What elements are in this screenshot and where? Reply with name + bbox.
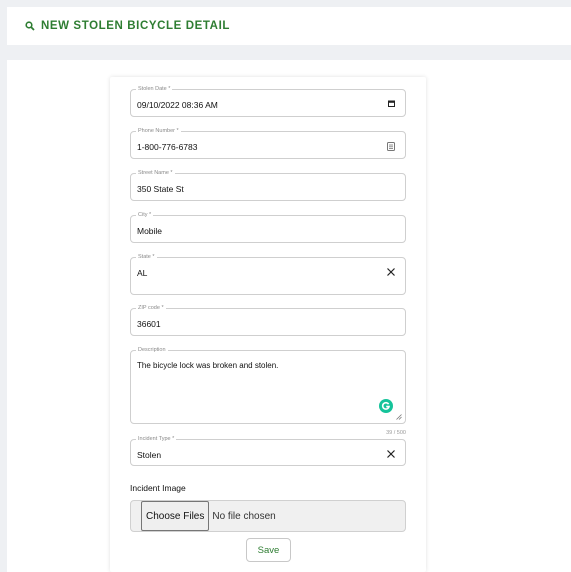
calendar-icon[interactable]	[388, 100, 395, 107]
stolen-date-value: 09/10/2022 08:36 AM	[137, 100, 218, 110]
contact-card-icon[interactable]	[387, 142, 395, 151]
description-value: The bicycle lock was broken and stolen.	[137, 361, 279, 370]
choose-files-button[interactable]: Choose Files	[141, 501, 210, 531]
city-field[interactable]: City * Mobile	[130, 211, 406, 243]
resize-handle-icon[interactable]	[396, 414, 402, 420]
street-name-value: 350 State St	[137, 184, 184, 194]
state-select[interactable]: State * AL	[130, 253, 406, 295]
character-counter: 39 / 500	[386, 430, 406, 436]
stolen-bicycle-form: Stolen Date * 09/10/2022 08:36 AM Phone …	[110, 77, 426, 572]
clear-icon[interactable]	[387, 268, 395, 276]
page-title: NEW STOLEN BICYCLE DETAIL	[41, 20, 230, 32]
state-value: AL	[137, 268, 148, 278]
search-icon	[25, 21, 35, 31]
page-header: NEW STOLEN BICYCLE DETAIL	[7, 7, 571, 45]
description-textarea[interactable]: Description The bicycle lock was broken …	[130, 346, 406, 424]
file-status: No file chosen	[212, 510, 276, 522]
incident-image-input[interactable]: Choose Files No file chosen	[130, 500, 406, 532]
main-content: Stolen Date * 09/10/2022 08:36 AM Phone …	[7, 60, 571, 572]
stolen-date-label: Stolen Date *	[136, 85, 173, 94]
description-label: Description	[136, 346, 168, 355]
street-name-label: Street Name *	[136, 169, 175, 178]
incident-type-select[interactable]: Incident Type * Stolen	[130, 435, 406, 466]
state-label: State *	[136, 253, 157, 262]
incident-type-label: Incident Type *	[136, 435, 177, 444]
zip-code-value: 36601	[137, 319, 161, 329]
city-label: City *	[136, 211, 154, 220]
phone-number-label: Phone Number *	[136, 127, 181, 136]
incident-image-label: Incident Image	[130, 483, 186, 493]
zip-code-field[interactable]: ZIP code * 36601	[130, 304, 406, 336]
phone-number-value: 1-800-776-6783	[137, 142, 198, 152]
street-name-field[interactable]: Street Name * 350 State St	[130, 169, 406, 201]
stolen-date-field[interactable]: Stolen Date * 09/10/2022 08:36 AM	[130, 85, 406, 117]
grammarly-icon[interactable]	[379, 399, 393, 413]
city-value: Mobile	[137, 226, 163, 236]
phone-number-field[interactable]: Phone Number * 1-800-776-6783	[130, 127, 406, 159]
clear-icon[interactable]	[387, 450, 395, 458]
incident-type-value: Stolen	[137, 450, 162, 460]
save-button[interactable]: Save	[246, 538, 291, 562]
zip-code-label: ZIP code *	[136, 304, 166, 313]
